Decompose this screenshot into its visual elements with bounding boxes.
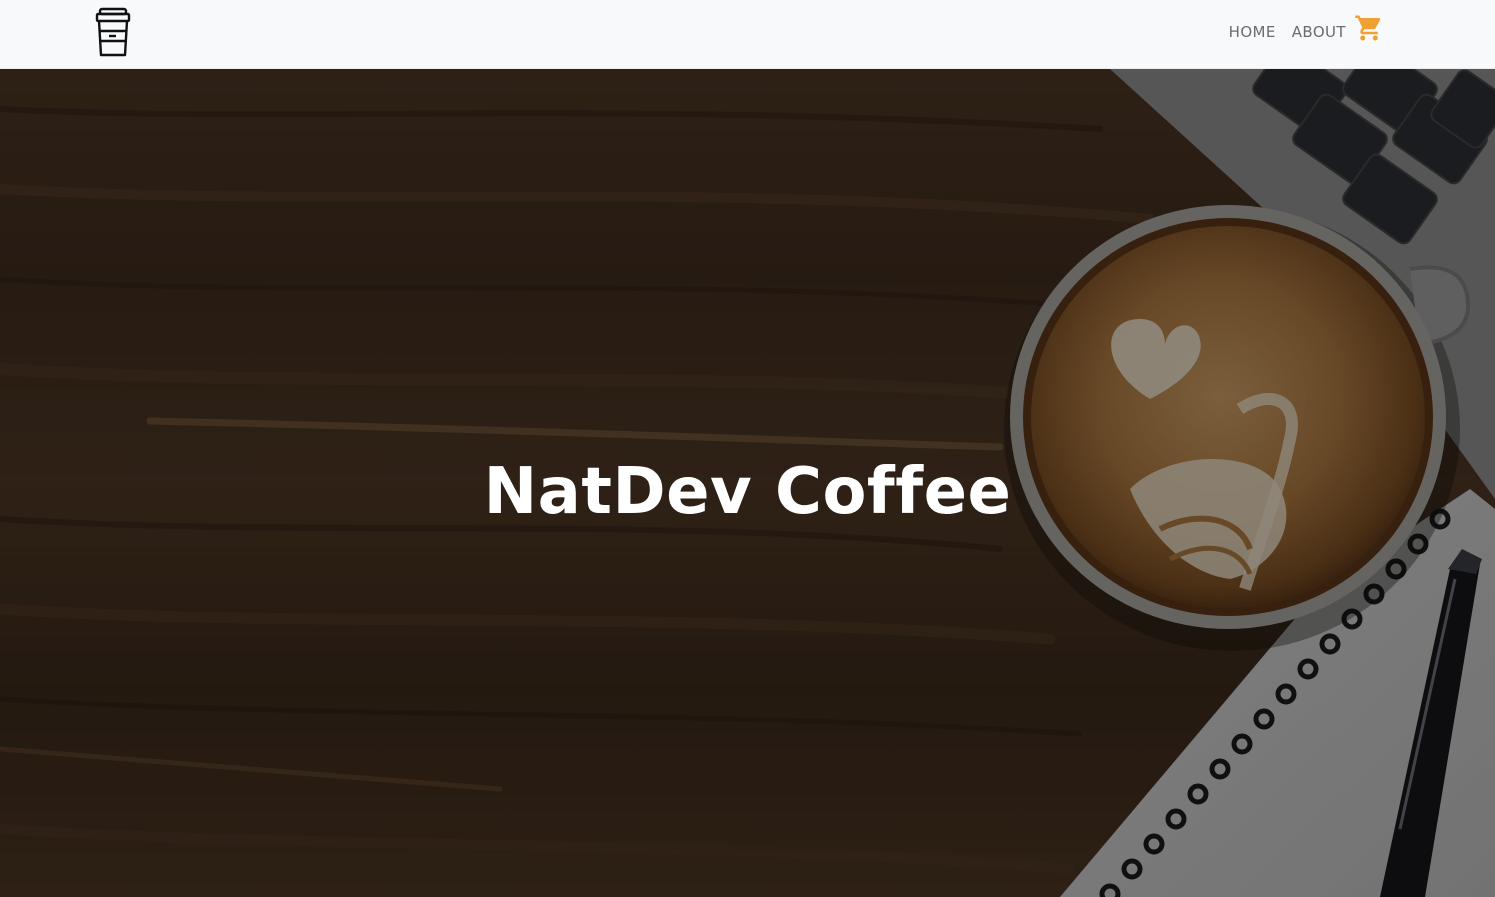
- brand-logo-link[interactable]: [95, 7, 133, 59]
- nav-home-link[interactable]: HOME: [1229, 14, 1276, 50]
- top-navbar: HOME ABOUT: [0, 0, 1495, 69]
- nav-links: HOME ABOUT: [1213, 14, 1384, 50]
- shopping-cart-icon: [1355, 15, 1381, 41]
- hero-title: NatDev Coffee: [483, 455, 1012, 529]
- cart-button[interactable]: [1354, 13, 1384, 43]
- coffee-cup-icon: [95, 7, 131, 57]
- hero-section: NatDev Coffee: [0, 69, 1495, 897]
- nav-about-link[interactable]: ABOUT: [1292, 14, 1346, 50]
